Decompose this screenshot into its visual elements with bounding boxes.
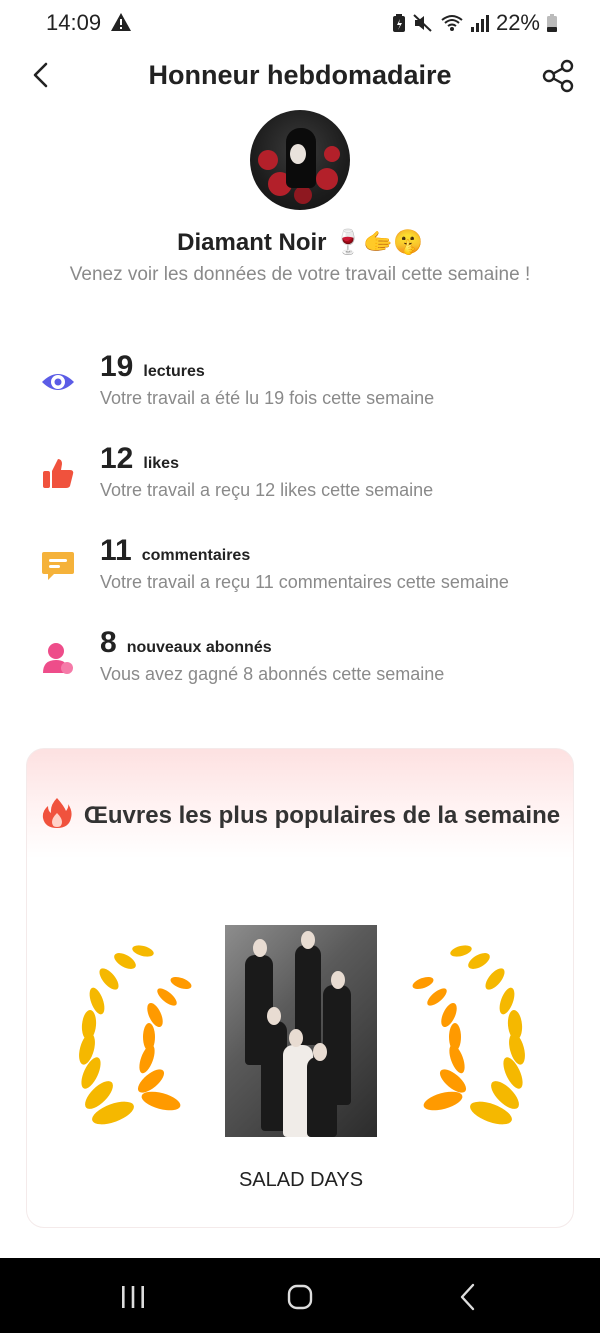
mute-icon bbox=[413, 14, 432, 32]
avatar bbox=[250, 110, 350, 210]
thumbs-up-icon bbox=[43, 459, 74, 488]
stat-value: 11 bbox=[100, 534, 132, 567]
stat-description: Votre travail a reçu 11 commentaires cet… bbox=[100, 572, 509, 592]
stat-reads: 19 lectures Votre travail a été lu 19 fo… bbox=[0, 350, 600, 420]
stat-label: lectures bbox=[143, 363, 205, 380]
eye-icon bbox=[42, 374, 74, 390]
stat-value: 8 bbox=[100, 626, 117, 659]
status-time: 14:09 bbox=[46, 10, 102, 35]
battery-saver-icon bbox=[392, 14, 405, 32]
fire-icon bbox=[42, 798, 72, 828]
page-title: Honneur hebdomadaire bbox=[148, 60, 452, 90]
user-icon bbox=[43, 643, 73, 674]
stat-description: Vous avez gagné 8 abonnés cette semaine bbox=[100, 664, 445, 684]
subtitle: Venez voir les données de votre travail … bbox=[69, 264, 531, 285]
laurel-left-icon bbox=[79, 945, 192, 1125]
user-name: Diamant Noir 🍷🫱🤫 bbox=[177, 229, 423, 256]
stat-description: Votre travail a été lu 19 fois cette sem… bbox=[100, 388, 435, 408]
stat-value: 12 bbox=[100, 442, 134, 475]
stat-followers: 8 nouveaux abonnés Vous avez gagné 8 abo… bbox=[0, 626, 600, 696]
status-icons: 22% bbox=[392, 10, 558, 36]
stat-value: 19 bbox=[100, 350, 134, 383]
warning-icon bbox=[111, 13, 131, 31]
comment-icon bbox=[42, 552, 74, 580]
signal-icon bbox=[470, 15, 489, 32]
laurel-right-icon bbox=[412, 945, 525, 1125]
battery-icon bbox=[547, 14, 557, 32]
recent-apps-button[interactable] bbox=[116, 1280, 150, 1314]
status-bar: 14:09 22% bbox=[0, 0, 600, 44]
share-button[interactable] bbox=[540, 58, 576, 94]
system-back-button[interactable] bbox=[452, 1280, 486, 1314]
book-title[interactable]: SALAD DAYS bbox=[27, 1169, 575, 1192]
home-button[interactable] bbox=[283, 1280, 317, 1314]
stat-label: likes bbox=[143, 455, 179, 472]
app-header: Honneur hebdomadaire bbox=[0, 50, 600, 102]
system-nav-bar bbox=[0, 1258, 600, 1333]
stat-description: Votre travail a reçu 12 likes cette sema… bbox=[100, 480, 434, 500]
popular-works-title: Œuvres les plus populaires de la semaine bbox=[27, 797, 575, 832]
wifi-icon bbox=[441, 15, 463, 31]
popular-works-card: Œuvres les plus populaires de la semaine bbox=[26, 748, 574, 1228]
battery-percentage: 22% bbox=[495, 10, 540, 35]
book-cover-image[interactable] bbox=[225, 925, 377, 1137]
popular-works-title-text: Œuvres les plus populaires de la semaine bbox=[83, 802, 561, 829]
stat-likes: 12 likes Votre travail a reçu 12 likes c… bbox=[0, 442, 600, 512]
stat-label: commentaires bbox=[141, 547, 251, 564]
stat-comments: 11 commentaires Votre travail a reçu 11 … bbox=[0, 534, 600, 604]
stat-label: nouveaux abonnés bbox=[126, 639, 272, 656]
